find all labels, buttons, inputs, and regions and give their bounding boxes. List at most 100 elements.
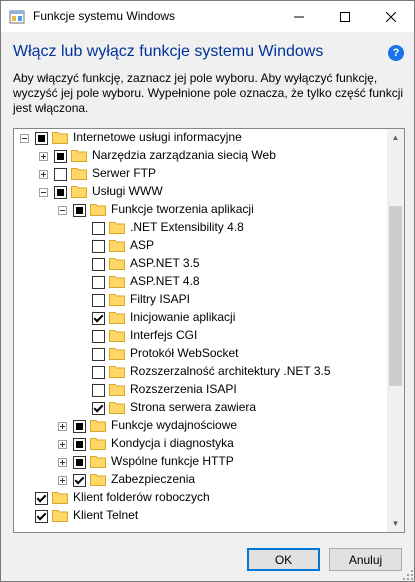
feature-label: Serwer FTP bbox=[92, 166, 157, 180]
close-button[interactable] bbox=[368, 1, 414, 32]
expand-icon[interactable] bbox=[58, 440, 67, 449]
feature-label: Klient folderów roboczych bbox=[73, 490, 210, 504]
feature-checkbox[interactable] bbox=[92, 384, 105, 397]
folder-icon bbox=[90, 456, 106, 468]
feature-checkbox[interactable] bbox=[35, 510, 48, 523]
collapse-icon[interactable] bbox=[58, 206, 67, 215]
feature-checkbox[interactable] bbox=[92, 240, 105, 253]
expand-icon[interactable] bbox=[58, 458, 67, 467]
feature-checkbox[interactable] bbox=[35, 492, 48, 505]
tree-row[interactable]: Narzędzia zarządzania siecią Web bbox=[14, 147, 387, 165]
feature-checkbox[interactable] bbox=[73, 438, 86, 451]
help-icon[interactable]: ? bbox=[388, 45, 404, 61]
feature-checkbox[interactable] bbox=[35, 132, 48, 145]
folder-icon bbox=[90, 420, 106, 432]
feature-checkbox[interactable] bbox=[92, 348, 105, 361]
feature-checkbox[interactable] bbox=[92, 366, 105, 379]
title-bar[interactable]: Funkcje systemu Windows bbox=[1, 1, 414, 32]
tree-row[interactable]: Inicjowanie aplikacji bbox=[14, 309, 387, 327]
folder-icon bbox=[90, 204, 106, 216]
window-title: Funkcje systemu Windows bbox=[33, 9, 176, 23]
folder-icon bbox=[109, 258, 125, 270]
scroll-up-icon[interactable]: ▲ bbox=[387, 129, 404, 146]
feature-label: Zabezpieczenia bbox=[111, 472, 196, 486]
feature-label: Kondycja i diagnostyka bbox=[111, 436, 234, 450]
tree-row[interactable]: Klient folderów roboczych bbox=[14, 489, 387, 507]
tree-row[interactable]: Usługi WWW bbox=[14, 183, 387, 201]
features-tree[interactable]: Internetowe usługi informacyjne Narzędzia… bbox=[13, 128, 405, 533]
minimize-icon bbox=[294, 16, 304, 17]
minimize-button[interactable] bbox=[276, 1, 322, 32]
folder-icon bbox=[90, 474, 106, 486]
feature-checkbox[interactable] bbox=[92, 276, 105, 289]
scroll-down-icon[interactable]: ▼ bbox=[387, 515, 404, 532]
tree-row[interactable]: Funkcje wydajnościowe bbox=[14, 417, 387, 435]
maximize-button[interactable] bbox=[322, 1, 368, 32]
feature-checkbox[interactable] bbox=[54, 186, 67, 199]
tree-row[interactable]: ASP.NET 3.5 bbox=[14, 255, 387, 273]
feature-label: Wspólne funkcje HTTP bbox=[111, 454, 234, 468]
feature-checkbox[interactable] bbox=[92, 222, 105, 235]
feature-label: ASP.NET 4.8 bbox=[130, 274, 200, 288]
feature-label: Protokół WebSocket bbox=[130, 346, 239, 360]
tree-row[interactable]: .NET Extensibility 4.8 bbox=[14, 219, 387, 237]
tree-row[interactable]: Wspólne funkcje HTTP bbox=[14, 453, 387, 471]
feature-label: Rozszerzenia ISAPI bbox=[130, 382, 237, 396]
tree-row[interactable]: Kondycja i diagnostyka bbox=[14, 435, 387, 453]
tree-row[interactable]: Interfejs CGI bbox=[14, 327, 387, 345]
feature-label: Narzędzia zarządzania siecią Web bbox=[92, 148, 276, 162]
feature-checkbox[interactable] bbox=[73, 204, 86, 217]
feature-label: Internetowe usługi informacyjne bbox=[73, 130, 242, 144]
feature-label: .NET Extensibility 4.8 bbox=[130, 220, 244, 234]
feature-checkbox[interactable] bbox=[92, 294, 105, 307]
feature-checkbox[interactable] bbox=[92, 312, 105, 325]
folder-icon bbox=[109, 222, 125, 234]
resize-grip-icon[interactable] bbox=[402, 569, 414, 581]
feature-checkbox[interactable] bbox=[54, 150, 67, 163]
feature-checkbox[interactable] bbox=[92, 402, 105, 415]
feature-label: Funkcje tworzenia aplikacji bbox=[111, 202, 254, 216]
tree-row[interactable]: Protokół WebSocket bbox=[14, 345, 387, 363]
feature-checkbox[interactable] bbox=[73, 420, 86, 433]
feature-label: Usługi WWW bbox=[92, 184, 163, 198]
tree-row[interactable]: Funkcje tworzenia aplikacji bbox=[14, 201, 387, 219]
feature-checkbox[interactable] bbox=[92, 258, 105, 271]
tree-row[interactable]: Serwer FTP bbox=[14, 165, 387, 183]
cancel-button[interactable]: Anuluj bbox=[329, 548, 402, 571]
close-icon bbox=[386, 11, 396, 22]
dialog-header: Włącz lub wyłącz funkcje systemu Windows bbox=[13, 43, 324, 60]
tree-row[interactable]: Klient Telnet bbox=[14, 507, 387, 525]
expand-icon[interactable] bbox=[39, 152, 48, 161]
folder-icon bbox=[109, 384, 125, 396]
expand-icon[interactable] bbox=[39, 170, 48, 179]
feature-checkbox[interactable] bbox=[73, 474, 86, 487]
tree-row[interactable]: Rozszerzenia ISAPI bbox=[14, 381, 387, 399]
tree-row[interactable]: Rozszerzalność architektury .NET 3.5 bbox=[14, 363, 387, 381]
feature-checkbox[interactable] bbox=[73, 456, 86, 469]
folder-icon bbox=[52, 132, 68, 144]
feature-checkbox[interactable] bbox=[54, 168, 67, 181]
folder-icon bbox=[109, 402, 125, 414]
feature-label: ASP bbox=[130, 238, 155, 252]
tree-row[interactable]: ASP bbox=[14, 237, 387, 255]
collapse-icon[interactable] bbox=[20, 134, 29, 143]
ok-button[interactable]: OK bbox=[247, 548, 320, 571]
dialog-description: Aby włączyć funkcję, zaznacz jej pole wy… bbox=[13, 71, 404, 115]
scrollbar-thumb[interactable] bbox=[389, 206, 402, 386]
feature-checkbox[interactable] bbox=[92, 330, 105, 343]
expand-icon[interactable] bbox=[58, 476, 67, 485]
folder-icon bbox=[52, 492, 68, 504]
tree-row[interactable]: Filtry ISAPI bbox=[14, 291, 387, 309]
expand-icon[interactable] bbox=[58, 422, 67, 431]
tree-row[interactable]: Zabezpieczenia bbox=[14, 471, 387, 489]
folder-icon bbox=[109, 276, 125, 288]
folder-icon bbox=[109, 330, 125, 342]
folder-icon bbox=[109, 348, 125, 360]
collapse-icon[interactable] bbox=[39, 188, 48, 197]
features-dialog: Funkcje systemu Windows Włącz lub wyłącz… bbox=[0, 0, 415, 582]
tree-row[interactable]: Internetowe usługi informacyjne bbox=[14, 129, 387, 147]
vertical-scrollbar[interactable]: ▲ ▼ bbox=[387, 129, 404, 532]
tree-row[interactable]: Strona serwera zawiera bbox=[14, 399, 387, 417]
tree-row[interactable]: ASP.NET 4.8 bbox=[14, 273, 387, 291]
feature-label: Rozszerzalność architektury .NET 3.5 bbox=[130, 364, 331, 378]
